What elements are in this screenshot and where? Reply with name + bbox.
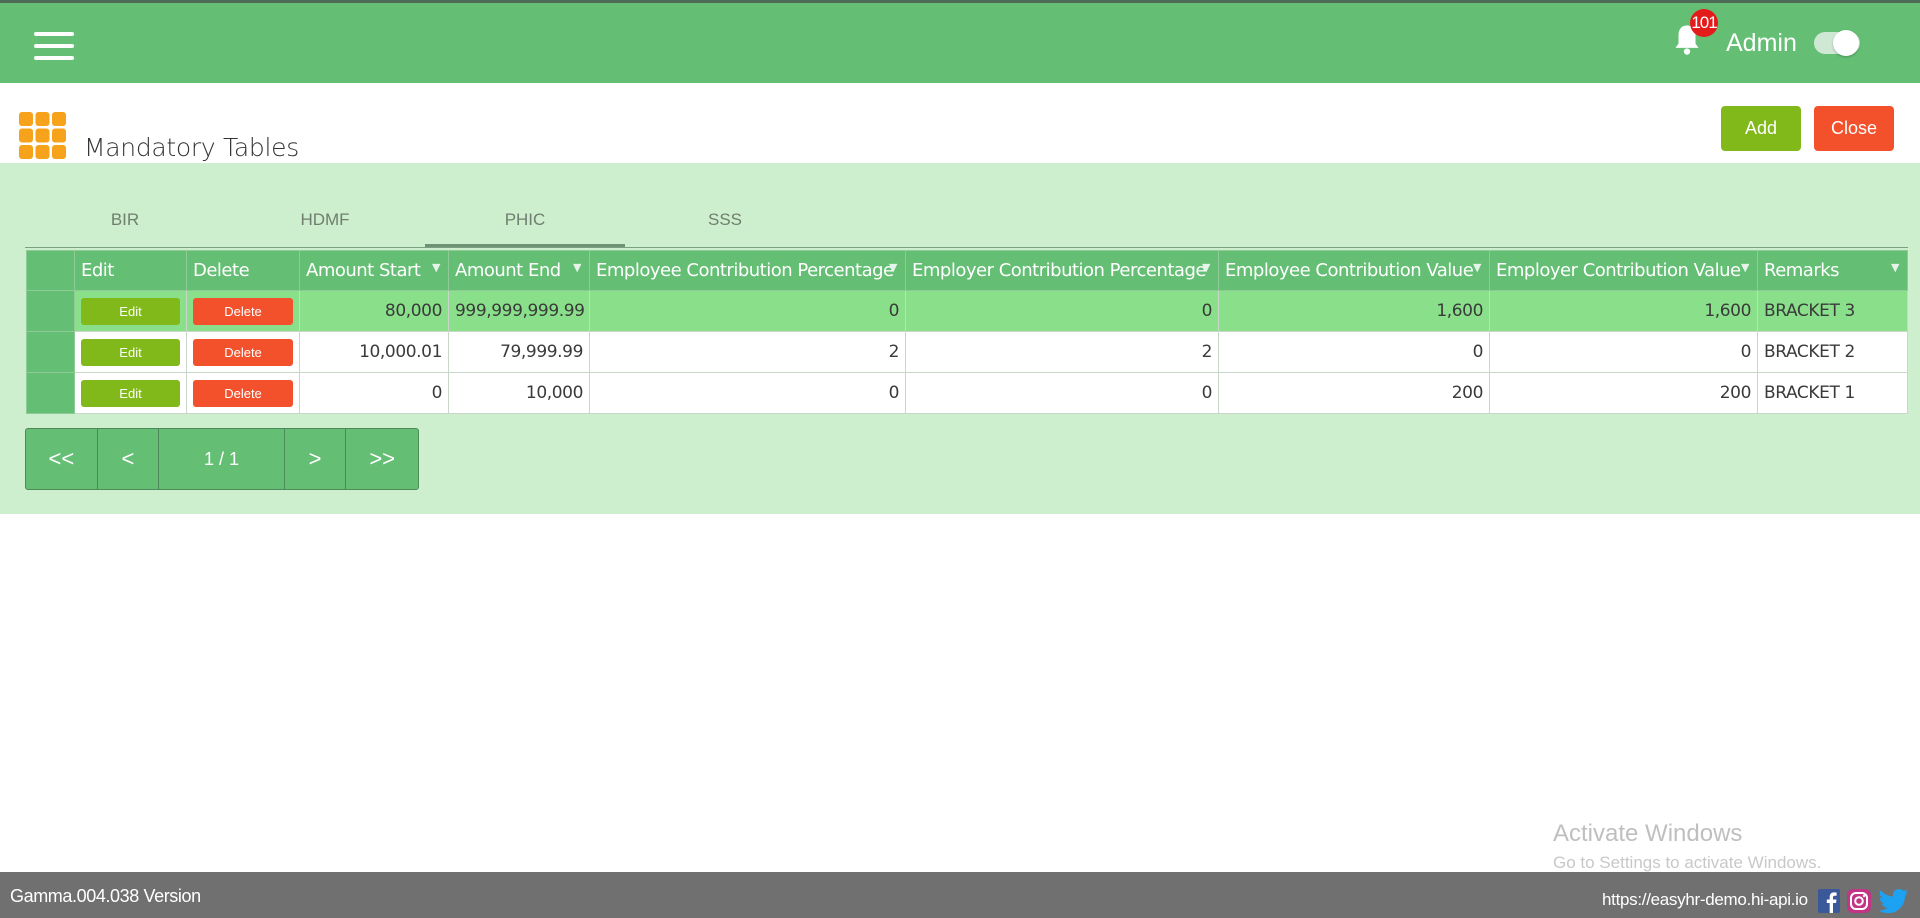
column-header[interactable]: Remarks ▼ — [1757, 250, 1908, 291]
filter-icon[interactable]: ▼ — [1741, 261, 1749, 274]
remarks-cell: BRACKET 2 — [1757, 331, 1908, 373]
employee-value-cell: 0 — [1218, 331, 1490, 373]
next-page-button[interactable]: > — [285, 429, 347, 489]
filter-icon[interactable]: ▼ — [889, 261, 897, 274]
windows-watermark-title: Activate Windows — [1553, 820, 1743, 847]
edit-button[interactable]: Edit — [81, 379, 180, 407]
column-header[interactable]: Amount End ▼ — [448, 250, 590, 291]
filter-icon[interactable]: ▼ — [1891, 261, 1899, 274]
first-page-button[interactable]: << — [26, 429, 98, 489]
employee-pct-cell: 0 — [589, 372, 906, 414]
menu-icon[interactable] — [34, 32, 76, 62]
close-button[interactable]: Close — [1814, 106, 1894, 151]
tab-sss[interactable]: SSS — [625, 194, 825, 246]
employee-value-cell: 1,600 — [1218, 290, 1490, 332]
prev-page-button[interactable]: < — [98, 429, 160, 489]
table-header-row: Edit Delete Amount Start ▼ Amount End ▼ Em… — [26, 250, 1908, 291]
filter-icon[interactable]: ▼ — [573, 261, 581, 274]
employer-value-cell: 200 — [1489, 372, 1758, 414]
windows-watermark-subtitle: Go to Settings to activate Windows. — [1553, 853, 1822, 872]
column-header[interactable]: Employee Contribution Percentage ▼ — [589, 250, 906, 291]
row-selector[interactable] — [26, 331, 75, 373]
delete-button[interactable]: Delete — [193, 297, 293, 325]
amount-start-cell: 0 — [299, 372, 449, 414]
edit-button[interactable]: Edit — [81, 338, 180, 366]
column-header[interactable]: Amount Start ▼ — [299, 250, 449, 291]
table-row[interactable]: Edit Delete 80,000 999,999,999.99 0 0 1,… — [26, 290, 1908, 332]
data-table: Edit Delete Amount Start ▼ Amount End ▼ Em… — [26, 250, 1908, 414]
table-row[interactable]: Edit Delete 10,000.01 79,999.99 2 2 0 0 … — [26, 331, 1908, 373]
amount-start-cell: 10,000.01 — [299, 331, 449, 373]
employee-pct-cell: 0 — [589, 290, 906, 332]
employer-value-cell: 1,600 — [1489, 290, 1758, 332]
filter-icon[interactable]: ▼ — [1473, 261, 1481, 274]
column-header[interactable]: Employer Contribution Percentage ▼ — [905, 250, 1219, 291]
column-header[interactable]: Employee Contribution Value ▼ — [1218, 250, 1490, 291]
version-label: Gamma.004.038 Version — [10, 886, 201, 906]
amount-end-cell: 79,999.99 — [448, 331, 590, 373]
remarks-cell: BRACKET 3 — [1757, 290, 1908, 332]
site-url-link[interactable]: https://easyhr-demo.hi-api.io — [1602, 890, 1808, 910]
employee-value-cell: 200 — [1218, 372, 1490, 414]
filter-icon[interactable]: ▼ — [1202, 261, 1210, 274]
moon-icon — [1880, 29, 1892, 53]
grid-icon — [19, 112, 66, 159]
theme-toggle[interactable] — [1814, 30, 1860, 56]
last-page-button[interactable]: >> — [346, 429, 418, 489]
amount-start-cell: 80,000 — [299, 290, 449, 332]
page-title: Mandatory Tables — [84, 133, 299, 162]
top-header: 101 Admin — [0, 3, 1920, 83]
column-header[interactable]: Employer Contribution Value ▼ — [1489, 250, 1758, 291]
footer: Gamma.004.038 Version https://easyhr-dem… — [0, 872, 1920, 918]
amount-end-cell: 999,999,999.99 — [448, 290, 590, 332]
tab-phic[interactable]: PHIC — [425, 194, 625, 247]
column-header[interactable]: Delete — [186, 250, 300, 291]
remarks-cell: BRACKET 1 — [1757, 372, 1908, 414]
pagination: << < 1 / 1 > >> — [25, 428, 419, 490]
tab-strip: BIR HDMF PHIC SSS — [25, 194, 1908, 248]
employer-pct-cell: 0 — [905, 290, 1219, 332]
table-row[interactable]: Edit Delete 0 10,000 0 0 200 200 BRACKET… — [26, 372, 1908, 414]
filter-icon[interactable]: ▼ — [432, 261, 440, 274]
notification-badge[interactable]: 101 — [1690, 9, 1718, 37]
row-selector[interactable] — [26, 372, 75, 414]
amount-end-cell: 10,000 — [448, 372, 590, 414]
user-name[interactable]: Admin — [1726, 29, 1797, 58]
page-info: 1 / 1 — [159, 429, 285, 489]
facebook-icon[interactable] — [1818, 889, 1840, 913]
tab-hdmf[interactable]: HDMF — [225, 194, 425, 246]
edit-button[interactable]: Edit — [81, 297, 180, 325]
column-header[interactable]: Edit — [74, 250, 187, 291]
tab-bir[interactable]: BIR — [25, 194, 225, 246]
row-select-header — [26, 250, 75, 291]
instagram-icon[interactable] — [1847, 889, 1871, 913]
employer-pct-cell: 0 — [905, 372, 1219, 414]
employer-pct-cell: 2 — [905, 331, 1219, 373]
employee-pct-cell: 2 — [589, 331, 906, 373]
delete-button[interactable]: Delete — [193, 338, 293, 366]
add-button[interactable]: Add — [1721, 106, 1801, 151]
row-selector[interactable] — [26, 290, 75, 332]
twitter-icon[interactable] — [1878, 889, 1910, 913]
delete-button[interactable]: Delete — [193, 379, 293, 407]
toggle-knob — [1833, 30, 1859, 56]
employer-value-cell: 0 — [1489, 331, 1758, 373]
